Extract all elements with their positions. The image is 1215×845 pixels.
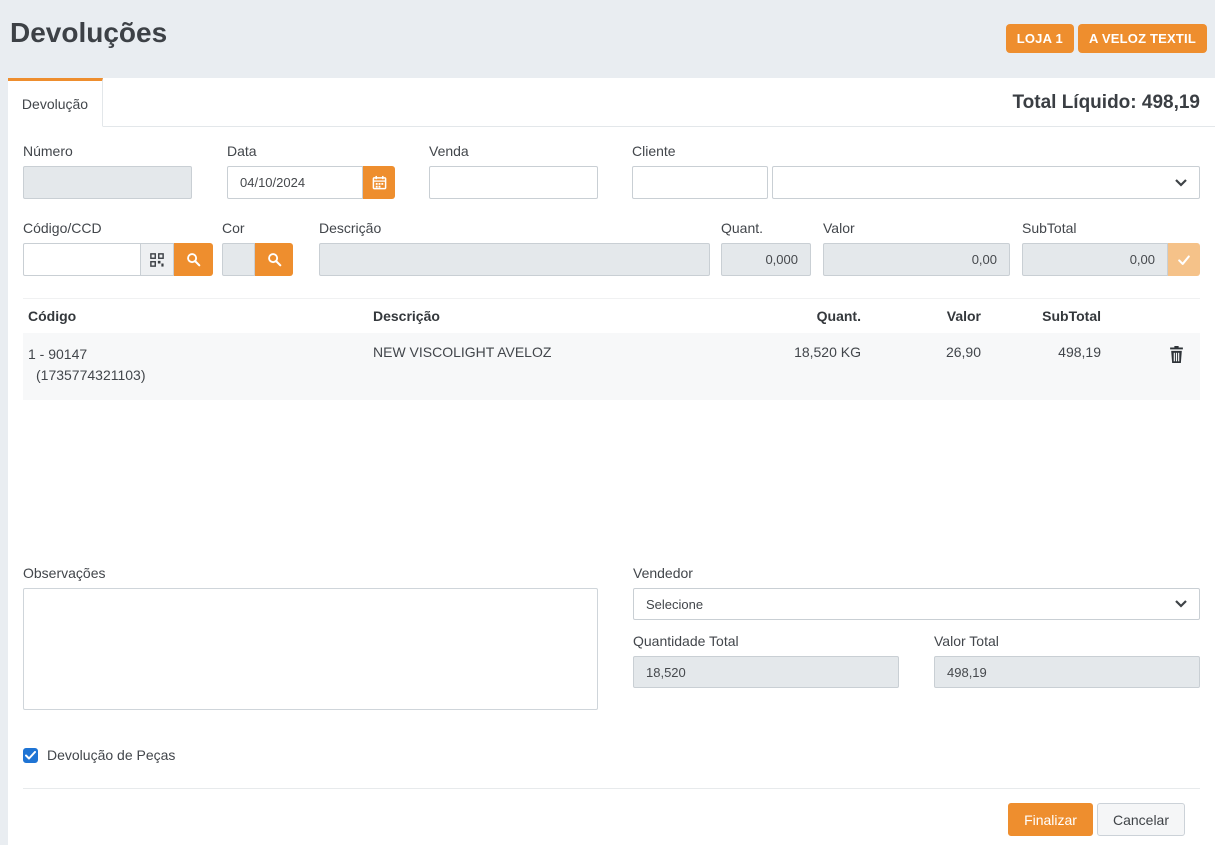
form-row-2: Código/CCD	[23, 220, 1200, 276]
tab-devolucao-label: Devolução	[22, 96, 88, 112]
check-icon	[25, 751, 36, 760]
calendar-button[interactable]	[363, 166, 395, 199]
items-table: Código Descrição Quant. Valor SubTotal 1…	[23, 298, 1200, 400]
check-icon	[1177, 253, 1191, 267]
form-row-1: Número Data	[23, 143, 1200, 199]
confirm-item-button	[1168, 243, 1200, 276]
quant-input	[721, 243, 811, 276]
descricao-input	[319, 243, 710, 276]
data-label: Data	[227, 143, 395, 159]
field-quant: Quant.	[721, 220, 811, 276]
cancelar-button[interactable]: Cancelar	[1097, 803, 1185, 836]
totals-column: Vendedor Selecione Quantidade Total V	[633, 565, 1200, 763]
finalizar-button[interactable]: Finalizar	[1008, 803, 1093, 836]
codigo-search-button[interactable]	[174, 243, 213, 276]
col-header-quant: Quant.	[726, 299, 866, 333]
tab-bar: Devolução Total Líquido: 498,19	[8, 78, 1215, 127]
content-card: Devolução Total Líquido: 498,19 Número D…	[8, 78, 1215, 845]
table-row: 1 - 90147 (1735774321103) NEW VISCOLIGHT…	[23, 333, 1200, 400]
field-numero: Número	[23, 143, 192, 199]
totals-row: Quantidade Total Valor Total	[633, 633, 1200, 688]
vendedor-label: Vendedor	[633, 565, 1200, 581]
col-header-valor: Valor	[866, 299, 986, 333]
cliente-code-input[interactable]	[632, 166, 768, 199]
qr-code-icon	[150, 253, 164, 267]
cell-codigo: 1 - 90147 (1735774321103)	[23, 333, 368, 400]
codigo-ccd-label: Código/CCD	[23, 220, 213, 236]
form-area: Número Data	[8, 127, 1215, 845]
field-cor: Cor	[222, 220, 293, 276]
venda-input[interactable]	[429, 166, 598, 199]
field-subtotal: SubTotal	[1022, 220, 1200, 276]
numero-input	[23, 166, 192, 199]
valor-input	[823, 243, 1010, 276]
valor-total-label: Valor Total	[934, 633, 1200, 649]
codigo-value: 1 - 90147	[28, 344, 363, 365]
devolucao-pecas-label: Devolução de Peças	[47, 747, 175, 763]
field-venda: Venda	[429, 143, 598, 199]
codigo-ccd-input[interactable]	[23, 243, 141, 276]
cell-actions	[1106, 333, 1200, 400]
cliente-select[interactable]	[772, 166, 1200, 199]
data-input[interactable]	[227, 166, 363, 199]
col-header-descricao: Descrição	[368, 299, 726, 333]
field-descricao: Descrição	[319, 220, 710, 276]
search-icon	[186, 252, 201, 267]
field-valor-total: Valor Total	[934, 633, 1200, 688]
valor-total-input	[934, 656, 1200, 688]
field-valor: Valor	[823, 220, 1010, 276]
search-icon	[267, 252, 282, 267]
header-badges: LOJA 1 A VELOZ TEXTIL	[1006, 24, 1207, 53]
field-observacoes: Observações	[23, 565, 598, 713]
observacoes-column: Observações Devolução de Peças	[23, 565, 598, 763]
cor-search-button[interactable]	[255, 243, 293, 276]
calendar-icon	[372, 175, 387, 190]
quantidade-total-label: Quantidade Total	[633, 633, 899, 649]
field-data: Data	[227, 143, 395, 199]
quant-label: Quant.	[721, 220, 811, 236]
descricao-label: Descrição	[319, 220, 710, 236]
cell-valor: 26,90	[866, 333, 986, 400]
codigo-barcode: (1735774321103)	[28, 365, 363, 386]
chevron-down-icon	[1175, 600, 1187, 608]
venda-label: Venda	[429, 143, 598, 159]
cell-subtotal: 498,19	[986, 333, 1106, 400]
devolucao-pecas-checkbox[interactable]	[23, 748, 38, 763]
page-header: Devoluções LOJA 1 A VELOZ TEXTIL	[0, 0, 1215, 78]
subtotal-label: SubTotal	[1022, 220, 1200, 236]
observacoes-textarea[interactable]	[23, 588, 598, 710]
numero-label: Número	[23, 143, 192, 159]
col-header-codigo: Código	[23, 299, 368, 333]
field-codigo-ccd: Código/CCD	[23, 220, 213, 276]
company-badge[interactable]: A VELOZ TEXTIL	[1078, 24, 1207, 53]
items-table-header: Código Descrição Quant. Valor SubTotal	[23, 298, 1200, 333]
col-header-actions	[1106, 299, 1200, 333]
cell-descricao: NEW VISCOLIGHT AVELOZ	[368, 333, 726, 400]
tab-devolucao[interactable]: Devolução	[8, 78, 103, 127]
store-badge[interactable]: LOJA 1	[1006, 24, 1074, 53]
cliente-label: Cliente	[632, 143, 1200, 159]
cell-quant: 18,520 KG	[726, 333, 866, 400]
bottom-section: Observações Devolução de Peças Vendedor	[23, 565, 1200, 763]
col-header-subtotal: SubTotal	[986, 299, 1106, 333]
cor-input	[222, 243, 255, 276]
cor-label: Cor	[222, 220, 293, 236]
field-cliente: Cliente	[632, 143, 1200, 199]
footer-actions: Finalizar Cancelar	[23, 788, 1200, 836]
quantidade-total-input	[633, 656, 899, 688]
field-quantidade-total: Quantidade Total	[633, 633, 899, 688]
trash-icon	[1169, 346, 1184, 363]
field-vendedor: Vendedor Selecione	[633, 565, 1200, 620]
vendedor-select[interactable]: Selecione	[633, 588, 1200, 620]
observacoes-label: Observações	[23, 565, 598, 581]
vendedor-select-value: Selecione	[646, 597, 703, 612]
chevron-down-icon	[1175, 179, 1187, 187]
devolucao-pecas-row[interactable]: Devolução de Peças	[23, 747, 598, 763]
subtotal-input	[1022, 243, 1168, 276]
barcode-lookup-button[interactable]	[141, 243, 174, 276]
valor-label: Valor	[823, 220, 1010, 236]
delete-row-button[interactable]	[1167, 344, 1186, 368]
total-liquido: Total Líquido: 498,19	[1012, 78, 1200, 127]
